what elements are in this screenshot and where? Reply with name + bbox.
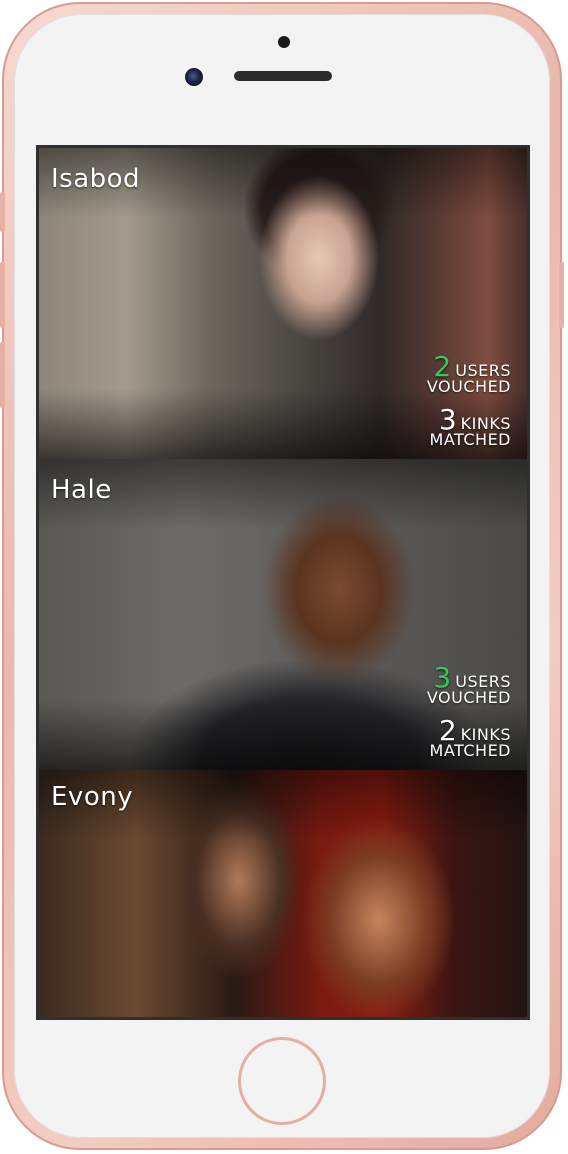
users-vouched-stat: 2 USERS VOUCHED [427, 353, 511, 395]
mute-switch [0, 192, 5, 232]
profile-card-isabod[interactable]: Isabod 2 USERS VOUCHED 3 KINKS MATCHED [39, 148, 527, 459]
volume-up-button [0, 262, 5, 328]
profile-name: Hale [51, 475, 112, 505]
vouched-caption: VOUCHED [426, 688, 511, 707]
kinks-matched-stat: 3 KINKS MATCHED [430, 406, 511, 448]
proximity-sensor [278, 36, 290, 48]
vouched-caption: VOUCHED [426, 377, 511, 396]
kinks-matched-stat: 2 KINKS MATCHED [430, 717, 511, 759]
users-vouched-stat: 3 USERS VOUCHED [427, 664, 511, 706]
front-camera-icon [185, 68, 203, 86]
home-button-icon[interactable] [238, 1037, 326, 1125]
profile-card-evony[interactable]: Evony [39, 770, 527, 1017]
volume-down-button [0, 342, 5, 408]
speaker-grille-icon [234, 71, 332, 81]
profile-name: Evony [51, 782, 134, 812]
matched-caption: MATCHED [429, 741, 511, 760]
app-screen: Isabod 2 USERS VOUCHED 3 KINKS MATCHED Hal… [36, 145, 530, 1020]
profile-name: Isabod [51, 164, 141, 194]
card-top-shade [39, 459, 527, 529]
matched-caption: MATCHED [429, 430, 511, 449]
power-button [559, 262, 564, 328]
profile-card-hale[interactable]: Hale 3 USERS VOUCHED 2 KINKS MATCHED [39, 459, 527, 770]
